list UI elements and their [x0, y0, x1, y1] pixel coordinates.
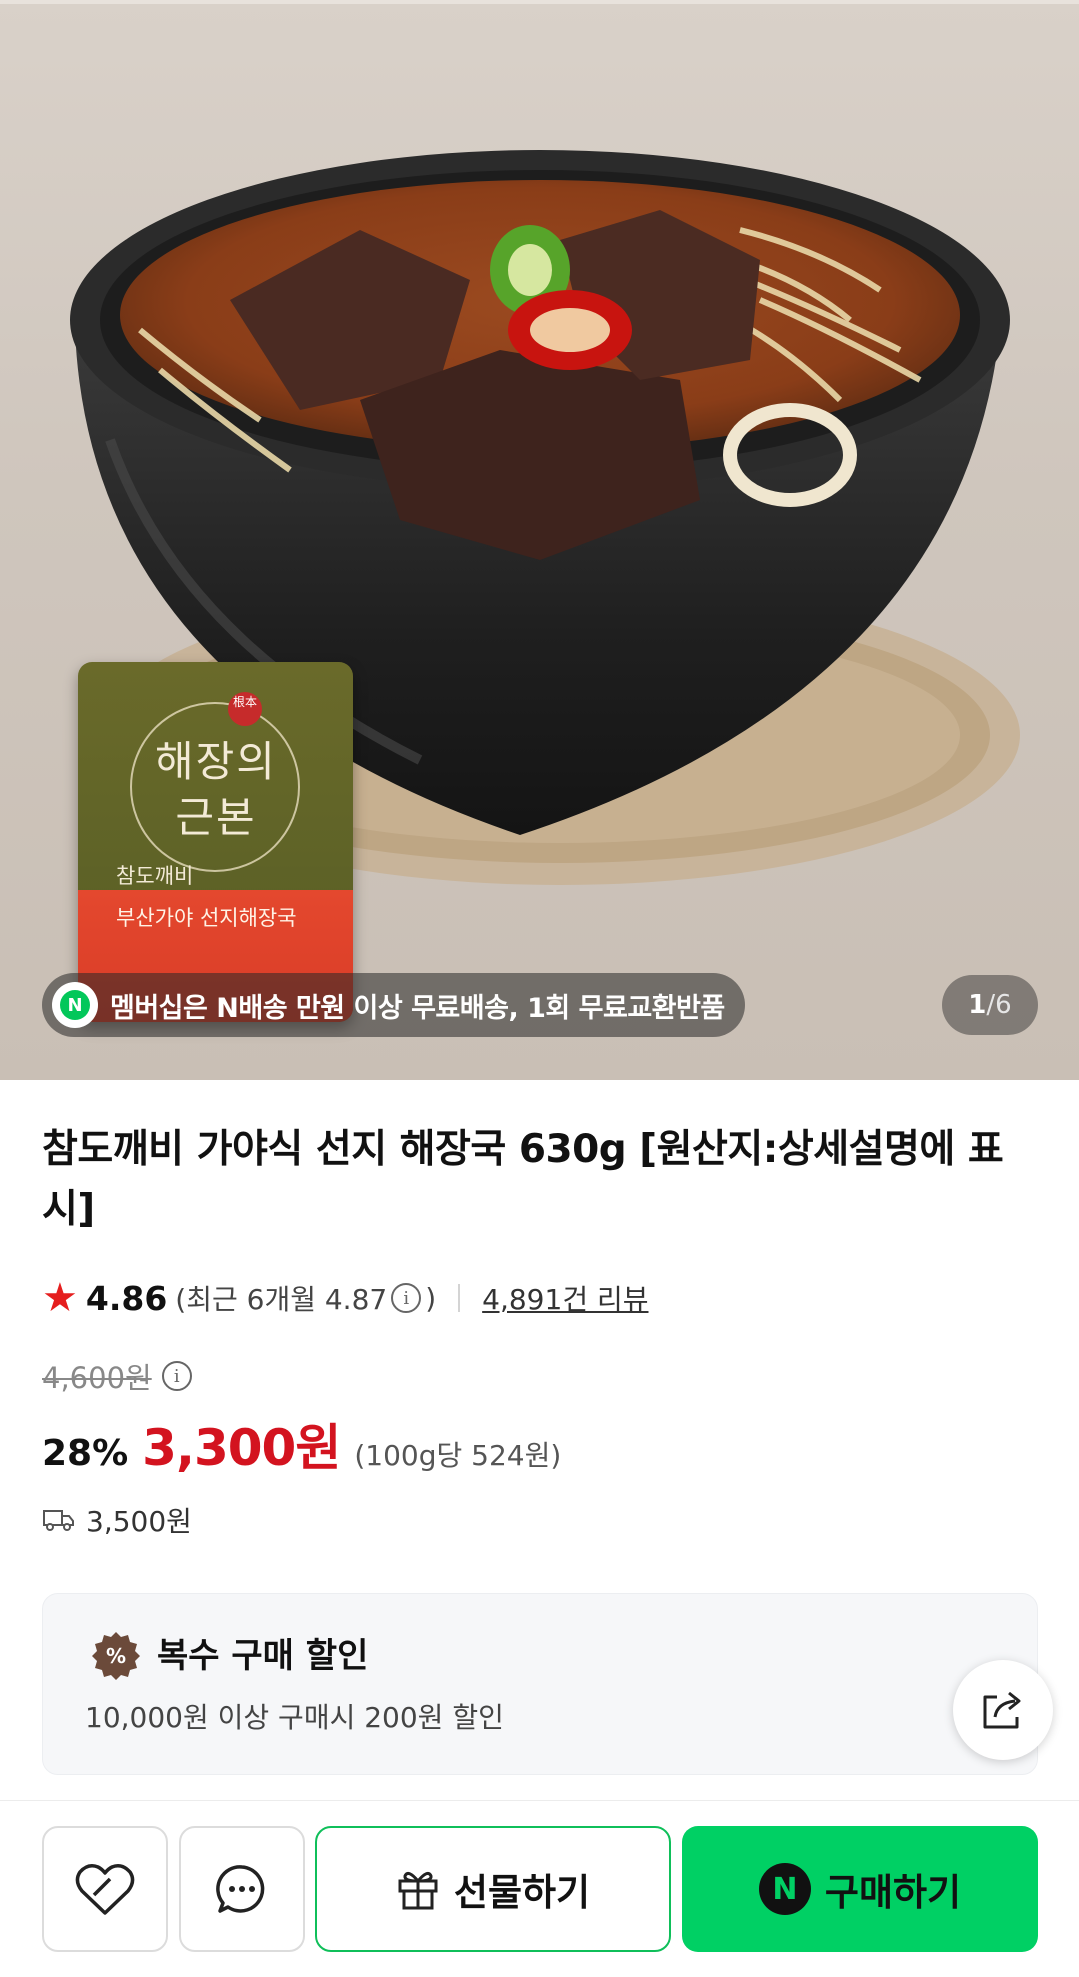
sale-price-row: 28% 3,300원 (100g당 524원)	[42, 1408, 562, 1477]
product-title: 참도깨비 가야식 선지 해장국 630g [원산지:상세설명에 표시]	[42, 1127, 1004, 1232]
discount-percent-glyph: %	[106, 1644, 126, 1668]
gift-label: 선물하기	[453, 1871, 591, 1914]
counter-total: 6	[995, 990, 1012, 1020]
star-icon: ★	[42, 1275, 78, 1321]
original-price-row: 4,600원 i	[42, 1352, 192, 1400]
multi-purchase-discount-card[interactable]: % 복수 구매 할인 10,000원 이상 구매시 200원 할인	[42, 1593, 1038, 1775]
recent-rating-close: )	[425, 1281, 437, 1315]
shipping-fee: 3,500원	[86, 1505, 192, 1538]
recent-rating: (최근 6개월 4.87 i )	[175, 1278, 436, 1318]
product-pouch-image: 根本 해장의 근본 참도깨비 부산가야 선지해장국	[78, 662, 353, 1022]
coupon-title: 복수 구매 할인	[157, 1636, 369, 1676]
review-count-link[interactable]: 4,891건 리뷰	[482, 1278, 648, 1318]
pouch-brand-line1: 해장의	[155, 737, 277, 786]
membership-promo-banner[interactable]: N 멤버십은 N배송 만원 이상 무료배송, 1회 무료교환반품	[42, 973, 745, 1037]
promo-text: 멤버십은 N배송 만원 이상 무료배송, 1회 무료교환반품	[110, 992, 725, 1024]
chat-button[interactable]	[179, 1826, 305, 1952]
recent-rating-text: (최근 6개월 4.87	[175, 1283, 388, 1316]
rating-row: ★ 4.86 (최근 6개월 4.87 i ) 4,891건 리뷰	[42, 1272, 649, 1324]
n-delivery-icon: N	[52, 982, 98, 1028]
pouch-brand-line2: 근본	[175, 793, 257, 842]
discount-rate: 28%	[42, 1433, 129, 1474]
shipping-fee-row: 3,500원	[42, 1496, 192, 1544]
buy-button[interactable]: N 구매하기	[682, 1826, 1038, 1952]
product-image-carousel[interactable]: 根本 해장의 근본 참도깨비 부산가야 선지해장국 N 멤버십은 N배송 만원 …	[0, 0, 1079, 1080]
coupon-description: 10,000원 이상 구매시 200원 할인	[85, 1701, 504, 1734]
chat-icon	[216, 1865, 265, 1913]
n-delivery-letter: N	[60, 990, 90, 1020]
counter-current: 1	[968, 990, 987, 1020]
rating-score: 4.86	[85, 1278, 168, 1318]
counter-separator: /	[986, 990, 996, 1020]
info-icon[interactable]: i	[391, 1283, 422, 1313]
original-price: 4,600원	[42, 1361, 152, 1395]
pouch-seal: 根本	[228, 692, 262, 726]
price-info-icon[interactable]: i	[161, 1361, 192, 1391]
heart-icon	[75, 1864, 135, 1915]
wishlist-button[interactable]	[42, 1826, 168, 1952]
unit-price: (100g당 524원)	[354, 1439, 562, 1472]
truck-icon	[43, 1510, 74, 1531]
gift-button[interactable]: 선물하기	[315, 1826, 671, 1952]
buy-label: 구매하기	[824, 1871, 962, 1914]
sale-price: 3,300원	[142, 1419, 341, 1477]
naver-pay-icon: N	[758, 1863, 811, 1915]
bottom-action-bar: 선물하기 N 구매하기	[0, 1800, 1079, 1977]
pouch-brand: 해장의 근본	[118, 734, 314, 846]
rating-divider	[458, 1284, 461, 1312]
pouch-product-name: 부산가야 선지해장국	[116, 906, 297, 930]
share-button[interactable]	[953, 1660, 1053, 1760]
share-icon	[983, 1691, 1021, 1729]
image-page-counter: 1 / 6	[942, 975, 1038, 1035]
discount-percent-icon: %	[92, 1632, 140, 1680]
pouch-subtitle: 참도깨비	[116, 864, 194, 888]
gift-icon	[398, 1871, 438, 1910]
